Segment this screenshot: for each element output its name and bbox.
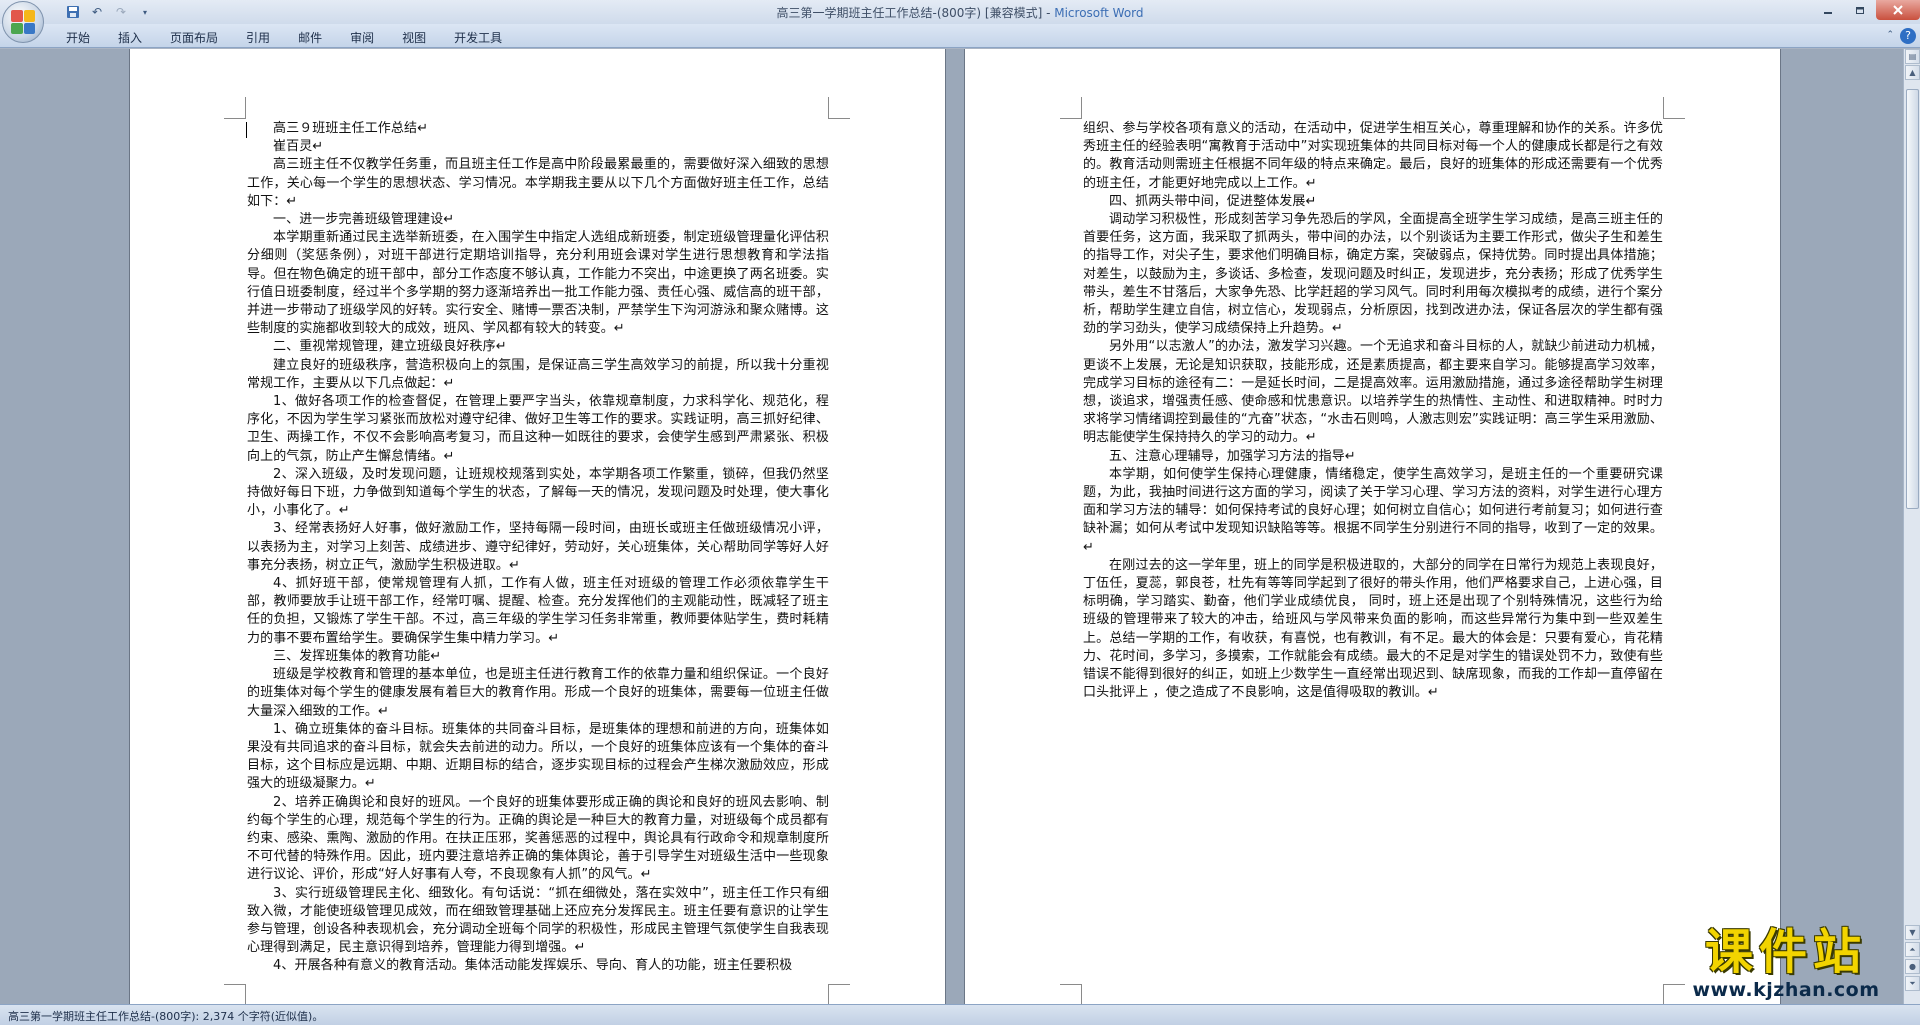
ribbon: 开始 插入 页面布局 引用 邮件 审阅 视图 开发工具 ⌃ ?: [0, 24, 1920, 48]
paragraph: 高三班主任不仅教学任务重，而且班主任工作是高中阶段最累最重的，需要做好深入细致的…: [247, 157, 829, 209]
paragraph: 三、发挥班集体的教育功能↵: [273, 648, 442, 664]
paragraph: 建立良好的班级秩序，营造积极向上的氛围，是保证高三学生高效学习的前提，所以我十分…: [247, 357, 829, 391]
word-count-status[interactable]: 高三第一学期班主任工作总结-(800字): 2,374 个字符(近似值)。: [8, 1008, 323, 1024]
document-page-1[interactable]: 高三９班班主任工作总结↵ 崔百灵↵ 高三班主任不仅教学任务重，而且班主任工作是高…: [130, 49, 945, 1004]
title-bar: ↶ ↷ ▾ 高三第一学期班主任工作总结-(800字) [兼容模式] - Micr…: [0, 0, 1920, 43]
restore-icon[interactable]: [1844, 0, 1876, 20]
office-logo-icon: [11, 10, 35, 34]
select-browse-object-icon[interactable]: ●: [1905, 959, 1920, 974]
watermark: 课件站 www.kjzhan.com: [1672, 925, 1900, 1005]
document-title: 高三第一学期班主任工作总结-(800字) [兼容模式] -: [776, 6, 1055, 20]
crop-mark: [828, 97, 850, 119]
paragraph: 二、重视常规管理，建立班级良好秩序↵: [273, 339, 507, 355]
close-icon[interactable]: [1876, 0, 1920, 20]
document-page-2[interactable]: 组织、参与学校各项有意义的活动，在活动中，促进学生相互关心，尊重理解和协作的关系…: [965, 49, 1780, 1004]
status-bar: 高三第一学期班主任工作总结-(800字): 2,374 个字符(近似值)。: [0, 1004, 1920, 1025]
crop-mark: [224, 97, 246, 119]
scrollbar-thumb[interactable]: [1906, 89, 1919, 509]
ribbon-minimize-icon[interactable]: ⌃: [1886, 30, 1894, 40]
ruler-toggle-icon[interactable]: ▤: [1905, 49, 1920, 64]
window-controls: [1812, 0, 1920, 20]
paragraph: 五、注意心理辅导，加强学习方法的指导↵: [1109, 448, 1356, 464]
paragraph: 3、实行班级管理民主化、细致化。有句话说：“抓在细微处，落在实效中”，班主任工作…: [247, 885, 829, 956]
help-icon[interactable]: ?: [1900, 28, 1916, 44]
paragraph: 2、深入班级，及时发现问题，让班规校规落到实处，本学期各项工作繁重，锁碎，但我仍…: [247, 466, 829, 519]
vertical-scrollbar[interactable]: ▤ ▲ ▼ ⏶ ● ⏷: [1903, 49, 1920, 1004]
page-1-text[interactable]: 高三９班班主任工作总结↵ 崔百灵↵ 高三班主任不仅教学任务重，而且班主任工作是高…: [247, 120, 829, 976]
minimize-icon[interactable]: [1812, 0, 1844, 20]
paragraph: 1、做好各项工作的检查督促，在管理上要严字当头，依靠规章制度，力求科学化、规范化…: [247, 394, 829, 464]
paragraph: 4、抓好班干部，使常规管理有人抓，工作有人做，班主任对班级的管理工作必须依靠学生…: [247, 576, 829, 646]
watermark-logo: 课件站: [1704, 924, 1867, 980]
tab-mailings[interactable]: 邮件: [284, 28, 336, 47]
scroll-up-icon[interactable]: ▲: [1905, 65, 1920, 80]
crop-mark: [1060, 984, 1082, 1004]
tab-references[interactable]: 引用: [232, 28, 284, 47]
paragraph: 4、开展各种有意义的教育活动。集体活动能发挥娱乐、导向、育人的功能，班主任要积极: [273, 958, 793, 974]
paragraph: 本学期，如何使学生保持心理健康，情绪稳定，使学生高效学习，是班主任的一个重要研究…: [1083, 466, 1663, 555]
tab-page-layout[interactable]: 页面布局: [156, 28, 232, 47]
paragraph: 3、经常表扬好人好事，做好激励工作，坚持每隔一段时间，由班长或班主任做班级情况小…: [247, 521, 829, 573]
paragraph: 调动学习积极性，形成刻苦学习争先恐后的学风，全面提高全班学生学习成绩，是高三班主…: [1083, 212, 1663, 337]
watermark-url: www.kjzhan.com: [1692, 979, 1880, 1001]
office-button[interactable]: [2, 1, 44, 43]
crop-mark: [828, 984, 850, 1004]
paragraph: 在刚过去的这一学年里，班上的同学是积极进取的，大部分的同学在日常行为规范上表现良…: [1083, 557, 1663, 701]
tab-view[interactable]: 视图: [388, 28, 440, 47]
crop-mark: [1060, 97, 1082, 119]
paragraph: 四、抓两头带中间，促进整体发展↵: [1109, 193, 1317, 209]
tab-home[interactable]: 开始: [52, 28, 104, 47]
app-name: Microsoft Word: [1054, 6, 1144, 20]
next-page-icon[interactable]: ⏷: [1905, 976, 1920, 991]
paragraph: 一、进一步完善班级管理建设↵: [273, 212, 455, 228]
paragraph: 本学期重新通过民主选举新班委，在入围学生中指定人选组成新班委，制定班级管理量化评…: [247, 230, 829, 337]
crop-mark: [224, 984, 246, 1004]
paragraph: 崔百灵↵: [273, 139, 324, 155]
page-2-text[interactable]: 组织、参与学校各项有意义的活动，在活动中，促进学生相互关心，尊重理解和协作的关系…: [1083, 120, 1663, 703]
document-area[interactable]: 高三９班班主任工作总结↵ 崔百灵↵ 高三班主任不仅教学任务重，而且班主任工作是高…: [0, 49, 1903, 1004]
tab-developer[interactable]: 开发工具: [440, 28, 516, 47]
paragraph: 组织、参与学校各项有意义的活动，在活动中，促进学生相互关心，尊重理解和协作的关系…: [1083, 121, 1663, 191]
crop-mark: [1663, 97, 1685, 119]
ribbon-tabs: 开始 插入 页面布局 引用 邮件 审阅 视图 开发工具: [52, 28, 516, 47]
paragraph: 另外用“以志激人”的办法，激发学习兴趣。一个无追求和奋斗目标的人，就缺少前进动力…: [1083, 339, 1663, 446]
window-title: 高三第一学期班主任工作总结-(800字) [兼容模式] - Microsoft …: [0, 4, 1920, 21]
tab-insert[interactable]: 插入: [104, 28, 156, 47]
tab-review[interactable]: 审阅: [336, 28, 388, 47]
scroll-down-icon[interactable]: ▼: [1905, 925, 1920, 940]
paragraph: 班级是学校教育和管理的基本单位，也是班主任进行教育工作的依靠力量和组织保证。一个…: [247, 667, 829, 719]
paragraph: 高三９班班主任工作总结↵: [273, 121, 429, 136]
previous-page-icon[interactable]: ⏶: [1905, 942, 1920, 957]
paragraph: 2、培养正确舆论和良好的班风。一个良好的班集体要形成正确的舆论和良好的班风去影响…: [247, 794, 829, 883]
paragraph: 1、确立班集体的奋斗目标。班集体的共同奋斗目标，是班集体的理想和前进的方向，班集…: [247, 721, 829, 792]
